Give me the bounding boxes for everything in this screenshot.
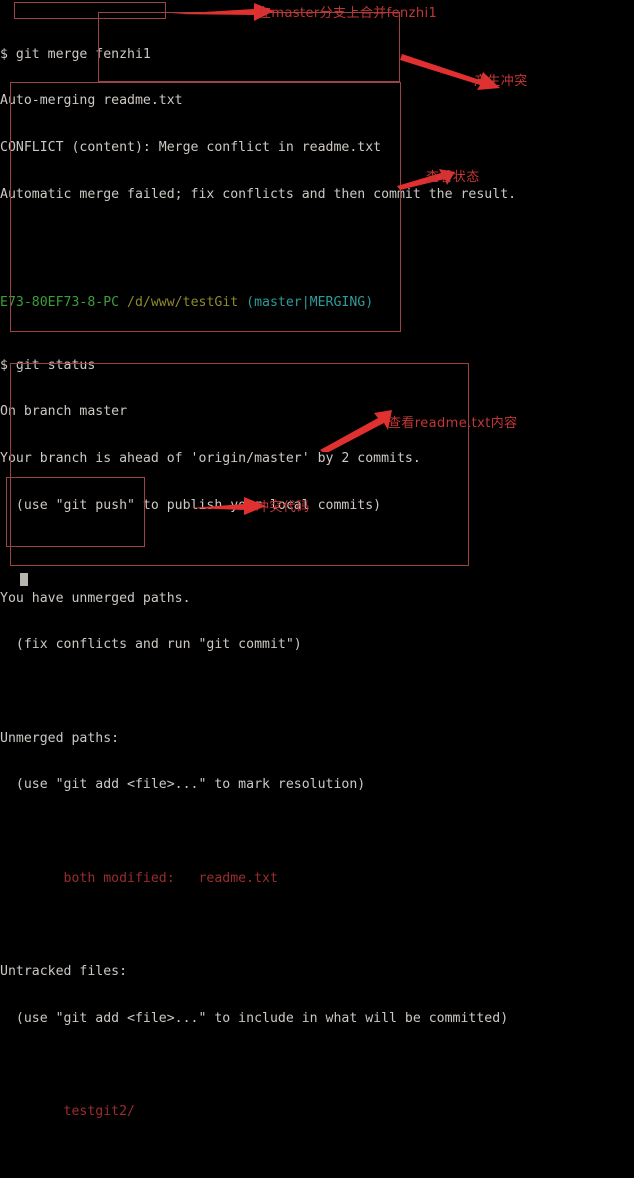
terminal-line-untracked-files: Untracked files: — [0, 963, 128, 979]
terminal-line-unmerged-note: You have unmerged paths. — [0, 590, 191, 606]
terminal-line-blank-5 — [0, 917, 634, 933]
terminal-line-merge-failed: Automatic merge failed; fix conflicts an… — [0, 186, 517, 202]
terminal-line-both-modified: both modified: readme.txt — [0, 870, 278, 886]
terminal-window[interactable]: $ git merge fenzhi1 Auto-merging readme.… — [0, 0, 634, 1119]
terminal-line-on-branch: On branch master — [0, 404, 128, 420]
terminal-line-use-push: (use "git push" to publish your local co… — [0, 497, 382, 513]
terminal-line-blank-3 — [0, 684, 634, 700]
terminal-line-fix-conflicts: (fix conflicts and run "git commit") — [0, 637, 302, 653]
terminal-line-conflict: CONFLICT (content): Merge conflict in re… — [0, 139, 382, 155]
terminal-line-use-add-resolution: (use "git add <file>..." to mark resolut… — [0, 777, 366, 793]
terminal-line-blank-4 — [0, 824, 634, 840]
terminal-line-blank-1 — [0, 233, 634, 249]
terminal-line-use-add-include: (use "git add <file>..." to include in w… — [0, 1010, 509, 1026]
terminal-line-automerging: Auto-merging readme.txt — [0, 93, 183, 109]
terminal-line-testgit2: testgit2/ — [0, 1103, 135, 1119]
terminal-line-ahead: Your branch is ahead of 'origin/master' … — [0, 450, 421, 466]
terminal-line-blank-6 — [0, 1057, 634, 1073]
terminal-line-unmerged-paths: Unmerged paths: — [0, 730, 120, 746]
terminal-line-blank-2 — [0, 544, 634, 560]
prompt-user-1: E73-80EF73-8-PC — [0, 295, 120, 311]
terminal-line-git-status: $ git status — [0, 357, 96, 373]
prompt-path-1: /d/www/testGit — [127, 295, 239, 311]
terminal-line-blank-7 — [0, 1150, 634, 1166]
terminal-prompt-1: E73-80EF73-8-PC /d/www/testGit (master|M… — [0, 295, 634, 311]
prompt-branch-1: (master|MERGING) — [246, 295, 374, 311]
terminal-line-merge-command: $ git merge fenzhi1 — [0, 46, 151, 62]
